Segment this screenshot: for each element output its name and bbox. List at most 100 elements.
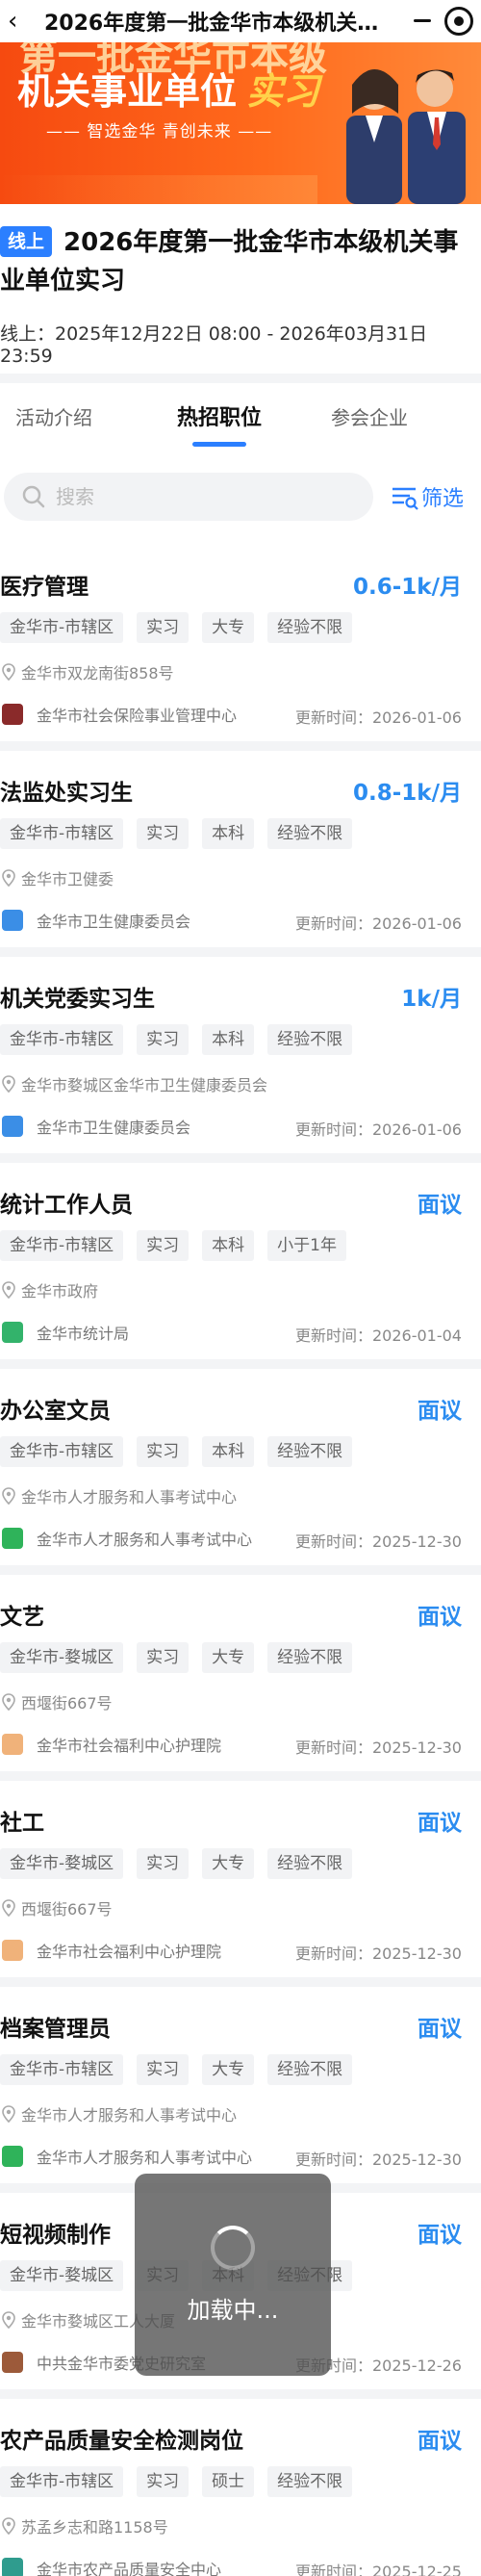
job-tag: 本科	[202, 1024, 255, 1055]
job-address: 西堰街667号	[2, 1690, 113, 1713]
job-tag: 实习	[137, 1230, 190, 1261]
banner-stripe	[0, 175, 317, 204]
job-tag: 金华市-市辖区	[0, 1230, 124, 1261]
job-title: 统计工作人员	[0, 1193, 133, 1218]
job-tag: 硕士	[202, 2466, 255, 2497]
job-tag: 金华市-市辖区	[0, 1436, 124, 1467]
job-tag: 大专	[202, 1642, 255, 1673]
job-salary: 面议	[418, 1193, 462, 1218]
job-org: 金华市社会福利中心护理院	[2, 1733, 221, 1756]
org-logo-icon	[2, 1940, 23, 1961]
tab-hot-jobs[interactable]: 热招职位	[177, 400, 262, 447]
job-address: 金华市人才服务和人事考试中心	[2, 1484, 237, 1507]
job-org: 金华市人才服务和人事考试中心	[2, 1527, 252, 1550]
job-tag: 实习	[137, 1024, 190, 1055]
job-card[interactable]: 办公室文员 面议 金华市-市辖区 实习 本科 经验不限 金华市人才服务和人事考试中心 金华市人…	[0, 1369, 481, 1565]
job-card[interactable]: 法监处实习生 0.8-1k/月 金华市-市辖区 实习 本科 经验不限 金华市卫健委 金华市卫生…	[0, 751, 481, 947]
page-title: 2026年度第一批金华市本级机关事业单位实习	[44, 12, 406, 36]
search-box[interactable]	[4, 473, 373, 521]
tab-companies[interactable]: 参会企业	[331, 402, 408, 430]
location-pin-icon	[2, 1487, 15, 1505]
job-card[interactable]: 医疗管理 0.6-1k/月 金华市-市辖区 实习 大专 经验不限 金华市双龙南街858号 金华…	[0, 545, 481, 741]
search-icon	[22, 485, 45, 508]
job-tags: 金华市-市辖区 实习 本科 经验不限	[0, 818, 366, 849]
job-tags: 金华市-市辖区 实习 硕士 经验不限	[0, 2466, 366, 2497]
job-tag: 金华市-婺城区	[0, 2260, 124, 2291]
back-icon[interactable]: ‹	[8, 9, 35, 34]
search-input[interactable]	[56, 485, 344, 508]
loading-text: 加载中...	[187, 2296, 279, 2324]
job-salary: 面议	[418, 2223, 462, 2248]
job-tag: 金华市-市辖区	[0, 2054, 124, 2085]
job-card[interactable]: 机关党委实习生 1k/月 金华市-市辖区 实习 本科 经验不限 金华市婺城区金华市卫生健康委…	[0, 957, 481, 1153]
job-tag: 金华市-市辖区	[0, 2466, 124, 2497]
org-logo-icon	[2, 704, 23, 725]
search-row: 筛选	[0, 449, 481, 545]
job-tags: 金华市-婺城区 实习 大专 经验不限	[0, 1642, 366, 1673]
job-title: 医疗管理	[0, 575, 89, 600]
org-logo-icon	[2, 2146, 23, 2167]
close-miniprogram-icon[interactable]	[444, 7, 473, 36]
job-tag: 实习	[137, 2466, 190, 2497]
job-card[interactable]: 统计工作人员 面议 金华市-市辖区 实习 本科 小于1年 金华市政府 金华市统计局 更新时间：2…	[0, 1163, 481, 1359]
job-title: 社工	[0, 1811, 44, 1836]
job-tag: 经验不限	[267, 2466, 353, 2497]
location-pin-icon	[2, 2311, 15, 2329]
job-card[interactable]: 社工 面议 金华市-婺城区 实习 大专 经验不限 西堰街667号 金华市社会福利中心护理院 更新…	[0, 1781, 481, 1977]
job-tag: 经验不限	[267, 1436, 353, 1467]
job-salary: 面议	[418, 1399, 462, 1424]
job-updated-time: 更新时间：2026-01-06	[295, 708, 462, 727]
org-logo-icon	[2, 910, 23, 931]
job-salary: 0.8-1k/月	[353, 781, 462, 806]
job-title: 档案管理员	[0, 2017, 111, 2042]
org-logo-icon	[2, 1528, 23, 1549]
job-address: 金华市婺城区金华市卫生健康委员会	[2, 1072, 267, 1095]
loading-spinner-icon	[211, 2225, 255, 2270]
job-tag: 实习	[137, 1436, 190, 1467]
job-org: 金华市卫生健康委员会	[2, 1115, 190, 1138]
job-tag: 金华市-市辖区	[0, 612, 124, 643]
job-card[interactable]: 档案管理员 面议 金华市-市辖区 实习 大专 经验不限 金华市人才服务和人事考试中心 金华市人…	[0, 1987, 481, 2183]
tab-bar: 活动介绍 热招职位 参会企业	[0, 383, 481, 449]
filter-button[interactable]: 筛选	[391, 481, 464, 512]
job-salary: 面议	[418, 1811, 462, 1836]
job-tags: 金华市-婺城区 实习 大专 经验不限	[0, 1848, 366, 1879]
banner-headline: 机关事业单位 实习	[17, 70, 320, 113]
job-org: 金华市社会保险事业管理中心	[2, 703, 237, 726]
job-address: 西堰街667号	[2, 1896, 113, 1919]
job-card[interactable]: 农产品质量安全检测岗位 面议 金华市-市辖区 实习 硕士 经验不限 苏孟乡志和路1158号金…	[0, 2399, 481, 2576]
job-tag: 本科	[202, 1436, 255, 1467]
job-card[interactable]: 文艺 面议 金华市-婺城区 实习 大专 经验不限 西堰街667号 金华市社会福利中心护理院 更新…	[0, 1575, 481, 1771]
filter-label: 筛选	[421, 487, 465, 511]
job-tag: 金华市-婺城区	[0, 1642, 124, 1673]
job-tag: 实习	[137, 1642, 190, 1673]
job-tag: 实习	[137, 818, 190, 849]
job-tag: 经验不限	[267, 1024, 353, 1055]
job-tag: 大专	[202, 1848, 255, 1879]
job-address: 苏孟乡志和路1158号	[2, 2514, 168, 2537]
job-tag: 本科	[202, 818, 255, 849]
job-address: 金华市卫健委	[2, 866, 114, 889]
job-org: 金华市卫生健康委员会	[2, 909, 190, 932]
job-org: 金华市社会福利中心护理院	[2, 1939, 221, 1962]
job-tags: 金华市-市辖区 实习 本科 经验不限	[0, 1436, 366, 1467]
job-salary: 1k/月	[401, 987, 462, 1012]
banner-people-illustration	[346, 69, 466, 204]
job-salary: 面议	[418, 2017, 462, 2042]
job-tag: 经验不限	[267, 612, 353, 643]
job-tag: 金华市-市辖区	[0, 818, 124, 849]
job-tag: 经验不限	[267, 1642, 353, 1673]
job-salary: 面议	[418, 2429, 462, 2454]
job-tags: 金华市-市辖区 实习 本科 经验不限	[0, 1024, 366, 1055]
job-address: 金华市双龙南街858号	[2, 660, 174, 683]
banner-slogan: —— 智选金华 青创未来 ——	[46, 122, 273, 142]
location-pin-icon	[2, 1281, 15, 1299]
job-updated-time: 更新时间：2025-12-25	[295, 2563, 462, 2576]
job-title: 文艺	[0, 1605, 44, 1630]
tab-activity-intro[interactable]: 活动介绍	[15, 402, 92, 430]
org-logo-icon	[2, 2352, 23, 2373]
minimize-icon[interactable]	[406, 19, 439, 23]
job-address: 金华市人才服务和人事考试中心	[2, 2102, 237, 2125]
job-tag: 小于1年	[267, 1230, 346, 1261]
job-tag: 经验不限	[267, 1848, 353, 1879]
